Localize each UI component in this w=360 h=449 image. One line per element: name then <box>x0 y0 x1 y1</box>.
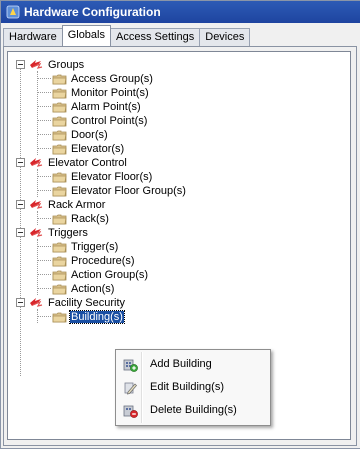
rack-armor-icon <box>28 198 44 211</box>
tree-node-label: Action Group(s) <box>71 268 149 281</box>
groups-icon <box>28 58 44 71</box>
tree-connector <box>37 288 51 289</box>
tree-connector <box>37 134 51 135</box>
menu-item-edit-buildings[interactable]: Edit Building(s) <box>118 376 268 398</box>
tree-connector <box>37 316 51 317</box>
tree-node-label: Elevator Control <box>48 156 127 169</box>
tree-connector <box>37 218 51 219</box>
tree-connector <box>37 274 51 275</box>
tree-connector <box>37 148 51 149</box>
tree-node-trigger-list[interactable]: Trigger(s) <box>52 240 119 253</box>
tree-node-label: Control Point(s) <box>71 114 148 127</box>
menu-item-label: Edit Building(s) <box>150 381 224 393</box>
tree-node-access-groups[interactable]: Access Group(s) <box>52 72 154 85</box>
tree-node-elevator-floors[interactable]: Elevator Floor(s) <box>52 170 153 183</box>
tree-node-label: Alarm Point(s) <box>71 100 141 113</box>
tab-hardware[interactable]: Hardware <box>3 28 63 46</box>
tree-connector <box>37 169 38 197</box>
folder-icon <box>52 87 67 99</box>
folder-icon <box>52 241 67 253</box>
menu-item-delete-buildings[interactable]: Delete Building(s) <box>118 399 268 421</box>
delete-building-icon <box>123 405 138 418</box>
tree-connector <box>37 120 51 121</box>
tree-node-racks[interactable]: Rack(s) <box>52 212 110 225</box>
tree-node-procedures[interactable]: Procedure(s) <box>52 254 136 267</box>
elevator-control-collapse-toggle[interactable] <box>16 158 25 167</box>
folder-icon <box>52 73 67 85</box>
folder-icon <box>52 213 67 225</box>
folder-icon <box>52 269 67 281</box>
tree-node-label: Procedure(s) <box>71 254 135 267</box>
tree-node-rack-armor[interactable]: Rack Armor <box>28 198 106 211</box>
menu-item-label: Delete Building(s) <box>150 404 237 416</box>
tab-devices[interactable]: Devices <box>199 28 251 46</box>
tree-node-label: Rack(s) <box>71 212 109 225</box>
folder-icon <box>52 171 67 183</box>
tree-node-actions[interactable]: Action(s) <box>52 282 115 295</box>
facility-security-collapse-toggle[interactable] <box>16 298 25 307</box>
tree-connector <box>37 239 38 295</box>
edit-building-icon <box>124 382 137 395</box>
tree-node-label: Facility Security <box>48 296 126 309</box>
window-title: Hardware Configuration <box>24 5 161 19</box>
tree-node-label: Elevator(s) <box>71 142 125 155</box>
tree-connector <box>37 106 51 107</box>
tree-node-label-selected: Building(s) <box>69 309 125 324</box>
tree-node-doors[interactable]: Door(s) <box>52 128 109 141</box>
triggers-collapse-toggle[interactable] <box>16 228 25 237</box>
tree-node-triggers[interactable]: Triggers <box>28 226 89 239</box>
folder-icon <box>52 115 67 127</box>
elevator-control-icon <box>28 156 44 169</box>
hardware-config-app-icon <box>6 5 20 19</box>
tree-connector <box>37 71 38 155</box>
tree-node-label: Groups <box>48 58 85 71</box>
tree-connector <box>37 78 51 79</box>
tree-node-label: Trigger(s) <box>71 240 119 253</box>
tree-node-groups[interactable]: Groups <box>28 58 85 71</box>
folder-icon <box>52 255 67 267</box>
folder-icon <box>52 143 67 155</box>
folder-icon <box>52 129 67 141</box>
tree-node-label: Elevator Floor Group(s) <box>71 184 186 197</box>
folder-icon <box>52 185 67 197</box>
tree-node-label: Triggers <box>48 226 88 239</box>
tree-connector <box>37 176 51 177</box>
tree-node-monitor-points[interactable]: Monitor Point(s) <box>52 86 150 99</box>
tree-node-alarm-points[interactable]: Alarm Point(s) <box>52 100 142 113</box>
tree-connector <box>20 64 21 376</box>
tree-node-control-points[interactable]: Control Point(s) <box>52 114 148 127</box>
tab-strip: Hardware Globals Access Settings Devices <box>3 25 251 46</box>
title-bar[interactable]: Hardware Configuration <box>1 1 360 23</box>
folder-icon <box>52 311 67 323</box>
buildings-context-menu: Add Building Edit Building(s) Delete Bui… <box>115 349 271 426</box>
menu-item-label: Add Building <box>150 358 212 370</box>
folder-icon <box>52 101 67 113</box>
tree-node-label: Door(s) <box>71 128 108 141</box>
folder-icon <box>52 283 67 295</box>
tree-node-elevators[interactable]: Elevator(s) <box>52 142 125 155</box>
tree-node-label: Monitor Point(s) <box>71 86 149 99</box>
menu-item-add-building[interactable]: Add Building <box>118 353 268 375</box>
tree-node-elevator-control[interactable]: Elevator Control <box>28 156 128 169</box>
tree-connector <box>37 260 51 261</box>
facility-security-icon <box>28 296 44 309</box>
tree-connector <box>37 92 51 93</box>
triggers-icon <box>28 226 44 239</box>
tree-node-elevator-floor-groups[interactable]: Elevator Floor Group(s) <box>52 184 187 197</box>
tree-connector <box>37 246 51 247</box>
add-building-icon <box>123 359 138 372</box>
tree-node-label: Action(s) <box>71 282 115 295</box>
tree-node-action-groups[interactable]: Action Group(s) <box>52 268 149 281</box>
tab-access-settings[interactable]: Access Settings <box>109 28 201 46</box>
tab-globals[interactable]: Globals <box>61 25 111 46</box>
groups-collapse-toggle[interactable] <box>16 60 25 69</box>
tree-node-label: Access Group(s) <box>71 72 153 85</box>
tree-node-buildings[interactable]: Building(s) <box>52 309 125 324</box>
rack-armor-collapse-toggle[interactable] <box>16 200 25 209</box>
tree-node-label: Elevator Floor(s) <box>71 170 153 183</box>
tree-node-label: Rack Armor <box>48 198 106 211</box>
tree-connector <box>37 190 51 191</box>
tree-node-facility-security[interactable]: Facility Security <box>28 296 126 309</box>
